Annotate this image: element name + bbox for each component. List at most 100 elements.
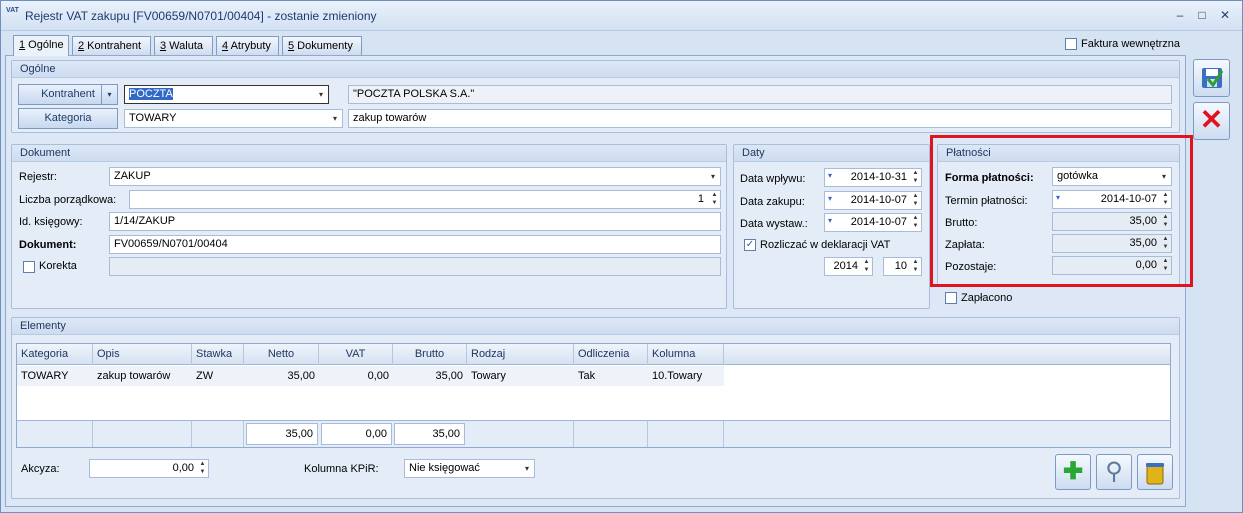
- chevron-down-icon[interactable]: ▾: [314, 86, 328, 103]
- spinner-icon[interactable]: ▲ ▼: [910, 169, 921, 186]
- cancel-button[interactable]: ✕: [1193, 102, 1230, 140]
- chevron-down-icon[interactable]: ▾: [328, 110, 342, 127]
- spinner-icon[interactable]: ▲ ▼: [910, 258, 921, 275]
- kategoria-button[interactable]: Kategoria: [18, 108, 118, 129]
- total-vat: 0,00: [321, 423, 392, 445]
- table-row[interactable]: TOWARY zakup towarów ZW 35,00 0,00 35,00…: [17, 366, 724, 386]
- calendar-dropdown-icon[interactable]: ▾: [828, 171, 832, 180]
- cell-rodzaj: Towary: [471, 370, 506, 382]
- cell-netto: 35,00: [287, 370, 315, 382]
- cell-brutto: 35,00: [435, 370, 463, 382]
- total-netto: 35,00: [246, 423, 318, 445]
- tab-waluta[interactable]: 3 Waluta: [154, 36, 213, 55]
- data-wystawienia-label: Data wystaw.:: [740, 218, 808, 230]
- miesiac-input[interactable]: 10 ▲ ▼: [883, 257, 922, 276]
- rejestr-select[interactable]: ZAKUP ▾: [109, 167, 721, 186]
- tab-ogolne[interactable]: 1 Ogólne: [13, 35, 69, 56]
- dokument-title: Dokument: [12, 145, 726, 162]
- delete-element-button[interactable]: [1137, 454, 1173, 490]
- window-title: Rejestr VAT zakupu [FV00659/N0701/00404]…: [25, 9, 377, 23]
- chevron-down-icon[interactable]: ▾: [706, 168, 720, 185]
- cell-stawka: ZW: [196, 370, 214, 382]
- kontrahent-dropdown-icon[interactable]: ▾: [101, 85, 117, 104]
- spinner-icon[interactable]: ▲ ▼: [197, 460, 208, 477]
- cell-opis: zakup towarów: [97, 370, 171, 382]
- calendar-dropdown-icon[interactable]: ▾: [828, 216, 832, 225]
- trash-icon: [1146, 463, 1164, 485]
- akcyza-label: Akcyza:: [21, 463, 60, 475]
- cell-odliczenia: Tak: [578, 370, 596, 382]
- id-ksiegowy-input[interactable]: 1/14/ZAKUP: [109, 212, 721, 231]
- dokument-label: Dokument:: [19, 239, 77, 251]
- tab-atrybuty[interactable]: 4 Atrybuty: [216, 36, 279, 55]
- faktura-wewnetrzna-checkbox[interactable]: [1065, 38, 1077, 50]
- spinner-icon[interactable]: ▲ ▼: [709, 191, 720, 208]
- chevron-down-icon[interactable]: ▾: [520, 460, 534, 477]
- rozliczac-label: Rozliczać w deklaracji VAT: [760, 239, 891, 251]
- liczba-porzadkowa-input[interactable]: 1 ▲ ▼: [129, 190, 721, 209]
- cell-kategoria: TOWARY: [21, 370, 69, 382]
- spinner-icon[interactable]: ▲ ▼: [861, 258, 872, 275]
- col-opis[interactable]: Opis: [93, 344, 192, 365]
- col-brutto[interactable]: Brutto: [393, 344, 467, 365]
- spinner-icon[interactable]: ▲ ▼: [910, 214, 921, 231]
- col-netto[interactable]: Netto: [244, 344, 319, 365]
- data-zakupu-input[interactable]: ▾ 2014-10-07 ▲ ▼: [824, 191, 922, 210]
- spinner-icon[interactable]: ▲ ▼: [910, 192, 921, 209]
- data-wystawienia-input[interactable]: ▾ 2014-10-07 ▲ ▼: [824, 213, 922, 232]
- close-x-icon: ✕: [1199, 104, 1224, 135]
- data-wplywu-input[interactable]: ▾ 2014-10-31 ▲ ▼: [824, 168, 922, 187]
- kategoria-code-input[interactable]: TOWARY ▾: [124, 109, 343, 128]
- highlight-box: [930, 135, 1193, 287]
- liczba-porzadkowa-label: Liczba porządkowa:: [19, 194, 117, 206]
- daty-title: Daty: [734, 145, 929, 162]
- rejestr-label: Rejestr:: [19, 171, 57, 183]
- zaplacono-label: Zapłacono: [961, 292, 1013, 304]
- col-kategoria[interactable]: Kategoria: [17, 344, 93, 365]
- col-rodzaj[interactable]: Rodzaj: [467, 344, 574, 365]
- add-element-button[interactable]: ✚: [1055, 454, 1091, 490]
- elementy-title: Elementy: [12, 318, 1179, 335]
- col-vat[interactable]: VAT: [319, 344, 393, 365]
- cell-kolumna: 10.Towary: [652, 370, 703, 382]
- col-kolumna[interactable]: Kolumna: [648, 344, 724, 365]
- magnifier-icon: ⚲: [1105, 458, 1123, 485]
- akcyza-input[interactable]: 0,00 ▲ ▼: [89, 459, 209, 478]
- kolumna-kpir-label: Kolumna KPiR:: [304, 463, 379, 475]
- grid-header: Kategoria Opis Stawka Netto VAT Brutto R…: [17, 344, 1170, 365]
- save-icon: [1201, 68, 1223, 88]
- calendar-dropdown-icon[interactable]: ▾: [828, 194, 832, 203]
- id-ksiegowy-label: Id. księgowy:: [19, 216, 83, 228]
- kontrahent-code-input[interactable]: POCZTA ▾: [124, 85, 329, 104]
- ogolne-title: Ogólne: [12, 61, 1179, 78]
- kontrahent-button[interactable]: Kontrahent ▾: [18, 84, 118, 105]
- tab-dokumenty[interactable]: 5 Dokumenty: [282, 36, 362, 55]
- zaplacono-checkbox[interactable]: [945, 292, 957, 304]
- grid-footer: 35,00 0,00 35,00: [17, 420, 1170, 447]
- kontrahent-name-field: "POCZTA POLSKA S.A.": [348, 85, 1172, 104]
- dokument-number-input[interactable]: FV00659/N0701/00404: [109, 235, 721, 254]
- korekta-checkbox[interactable]: [23, 261, 35, 273]
- preview-element-button[interactable]: ⚲: [1096, 454, 1132, 490]
- save-button[interactable]: [1193, 59, 1230, 97]
- kolumna-kpir-select[interactable]: Nie księgować ▾: [404, 459, 535, 478]
- korekta-label: Korekta: [39, 260, 77, 272]
- col-odliczenia[interactable]: Odliczenia: [574, 344, 648, 365]
- data-wplywu-label: Data wpływu:: [740, 173, 806, 185]
- vat-app-icon: VAT: [6, 7, 19, 14]
- maximize-icon[interactable]: □: [1193, 6, 1211, 24]
- rozliczac-checkbox[interactable]: ✓: [744, 239, 756, 251]
- cell-vat: 0,00: [367, 370, 389, 382]
- col-stawka[interactable]: Stawka: [192, 344, 244, 365]
- close-icon[interactable]: ✕: [1216, 6, 1234, 24]
- rok-input[interactable]: 2014 ▲ ▼: [824, 257, 873, 276]
- vat-register-window: VAT Rejestr VAT zakupu [FV00659/N0701/00…: [0, 0, 1243, 513]
- total-brutto: 35,00: [394, 423, 465, 445]
- kategoria-desc-input[interactable]: zakup towarów: [348, 109, 1172, 128]
- plus-icon: ✚: [1062, 458, 1084, 485]
- title-bar: VAT Rejestr VAT zakupu [FV00659/N0701/00…: [1, 1, 1242, 31]
- elementy-grid[interactable]: Kategoria Opis Stawka Netto VAT Brutto R…: [16, 343, 1171, 448]
- data-zakupu-label: Data zakupu:: [740, 196, 805, 208]
- minimize-icon[interactable]: –: [1171, 6, 1189, 24]
- tab-kontrahent[interactable]: 2 Kontrahent: [72, 36, 151, 55]
